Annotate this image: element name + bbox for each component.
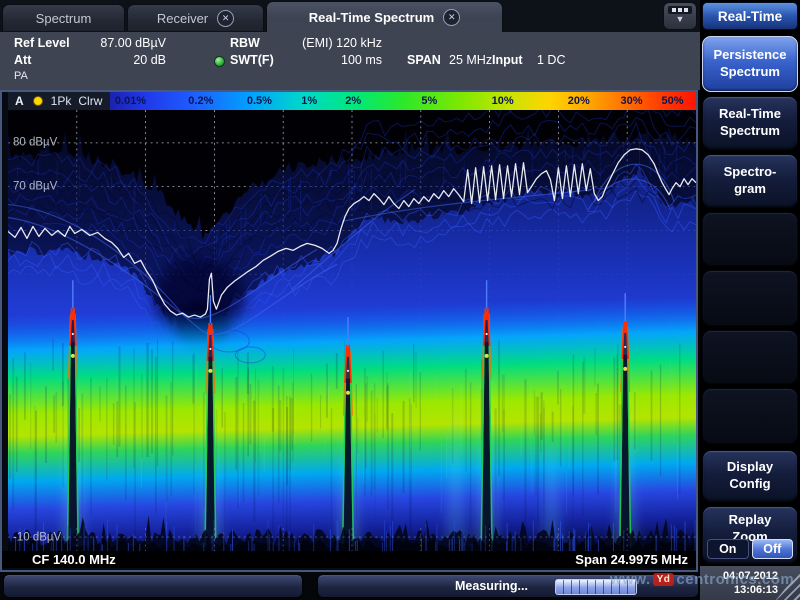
status-bar: Measuring... [0, 572, 700, 600]
softkey-empty [702, 330, 798, 384]
colorbar-tick-label: 10% [492, 95, 514, 107]
tab-label: Receiver [157, 11, 208, 26]
time-label: 13:06:13 [700, 584, 778, 598]
spectrum-analyzer-app: Spectrum Receiver ✕ Real-Time Spectrum ✕… [0, 0, 800, 600]
trace-mode-label: Clrw [78, 94, 102, 108]
att-label: Att [14, 53, 31, 67]
progress-bar [555, 579, 637, 595]
input-label: Input [492, 53, 523, 67]
tab-bar: Spectrum Receiver ✕ Real-Time Spectrum ✕… [0, 0, 700, 32]
softkey-display-config[interactable]: Display Config [702, 450, 798, 502]
rbw-value[interactable]: (EMI) 120 kHz [288, 36, 382, 50]
swt-value[interactable]: 100 ms [288, 53, 382, 67]
softkey-panel: Real-Time Persistence Spectrum Real-Time… [700, 0, 800, 600]
colorbar-tick-label: 2% [345, 95, 361, 107]
rbw-label: RBW [230, 36, 260, 50]
tab-label: Spectrum [36, 11, 92, 26]
replay-zoom-off-button[interactable]: Off [752, 539, 794, 559]
persistence-spectrum-canvas [8, 110, 696, 551]
tab-spectrum[interactable]: Spectrum [2, 4, 125, 31]
trace-info: A 1Pk Clrw [8, 92, 110, 110]
span-readout[interactable]: Span 24.9975 MHz [575, 552, 688, 567]
colorbar-tick-label: 0.5% [247, 95, 272, 107]
center-frequency-readout[interactable]: CF 140.0 MHz [32, 552, 116, 567]
datetime-panel: 04.07.2012 13:06:13 [700, 566, 800, 600]
att-value[interactable]: 20 dB [86, 53, 166, 67]
colorbar-tick-label: 1% [301, 95, 317, 107]
swt-label: SWT(F) [230, 53, 274, 67]
replay-zoom-on-button[interactable]: On [707, 539, 749, 559]
colorbar-tick-label: 0.01% [115, 95, 146, 107]
trace-label: 1Pk [51, 94, 72, 108]
softkey-replay-zoom[interactable]: Replay Zoom On Off [702, 506, 798, 564]
colorbar-tick-label: 0.2% [188, 95, 213, 107]
tab-label: Real-Time Spectrum [309, 10, 434, 25]
ref-level-value[interactable]: 87.00 dBµV [86, 36, 166, 50]
tab-receiver[interactable]: Receiver ✕ [127, 4, 264, 31]
measurement-window: A 1Pk Clrw 0.01% 0.2% 0.5% 1% 2% 5% 10% … [0, 90, 698, 572]
settings-bar: Ref Level 87.00 dBµV Att 20 dB RBW (EMI)… [0, 32, 700, 90]
input-value[interactable]: 1 DC [537, 53, 565, 67]
trace-dot-icon [33, 96, 43, 106]
ref-level-label: Ref Level [14, 36, 70, 50]
colorbar-tick-label: 5% [421, 95, 437, 107]
chevron-down-icon: ▼ [676, 14, 685, 24]
window-label: A [15, 94, 24, 108]
span-label: SPAN [407, 53, 441, 67]
status-segment-right: Measuring... [318, 575, 698, 597]
softkey-real-time-spectrum[interactable]: Real-Time Spectrum [702, 96, 798, 150]
close-icon[interactable]: ✕ [217, 10, 234, 27]
preamp-indicator: PA [14, 70, 28, 82]
softkey-empty [702, 212, 798, 266]
close-icon[interactable]: ✕ [443, 9, 460, 26]
replay-zoom-toggle: On Off [707, 539, 793, 559]
windows-grid-icon [668, 6, 692, 14]
colorbar-tick-label: 50% [662, 95, 684, 107]
span-value[interactable]: 25 MHz [449, 53, 492, 67]
softkey-empty [702, 270, 798, 326]
smartgrid-menu-button[interactable]: ▼ [663, 2, 697, 30]
status-led-icon [214, 56, 225, 67]
spectrum-display[interactable]: 80 dBµV 70 dBµV -10 dBµV [8, 110, 696, 551]
softkey-persistence-spectrum[interactable]: Persistence Spectrum [702, 36, 798, 92]
colorbar-tick-label: 30% [621, 95, 643, 107]
status-segment-left [4, 575, 302, 597]
persistence-colorbar: A 1Pk Clrw 0.01% 0.2% 0.5% 1% 2% 5% 10% … [8, 92, 696, 110]
softkey-spectrogram[interactable]: Spectro- gram [702, 154, 798, 208]
colorbar-gradient: 0.01% 0.2% 0.5% 1% 2% 5% 10% 20% 30% 50% [110, 92, 696, 110]
colorbar-tick-label: 20% [568, 95, 590, 107]
softkey-menu-title: Real-Time [702, 2, 798, 30]
tab-real-time-spectrum[interactable]: Real-Time Spectrum ✕ [266, 1, 503, 32]
date-label: 04.07.2012 [700, 570, 778, 584]
softkey-empty [702, 388, 798, 444]
frequency-readout-bar: CF 140.0 MHz Span 24.9975 MHz [2, 551, 696, 568]
measuring-label: Measuring... [455, 579, 528, 593]
